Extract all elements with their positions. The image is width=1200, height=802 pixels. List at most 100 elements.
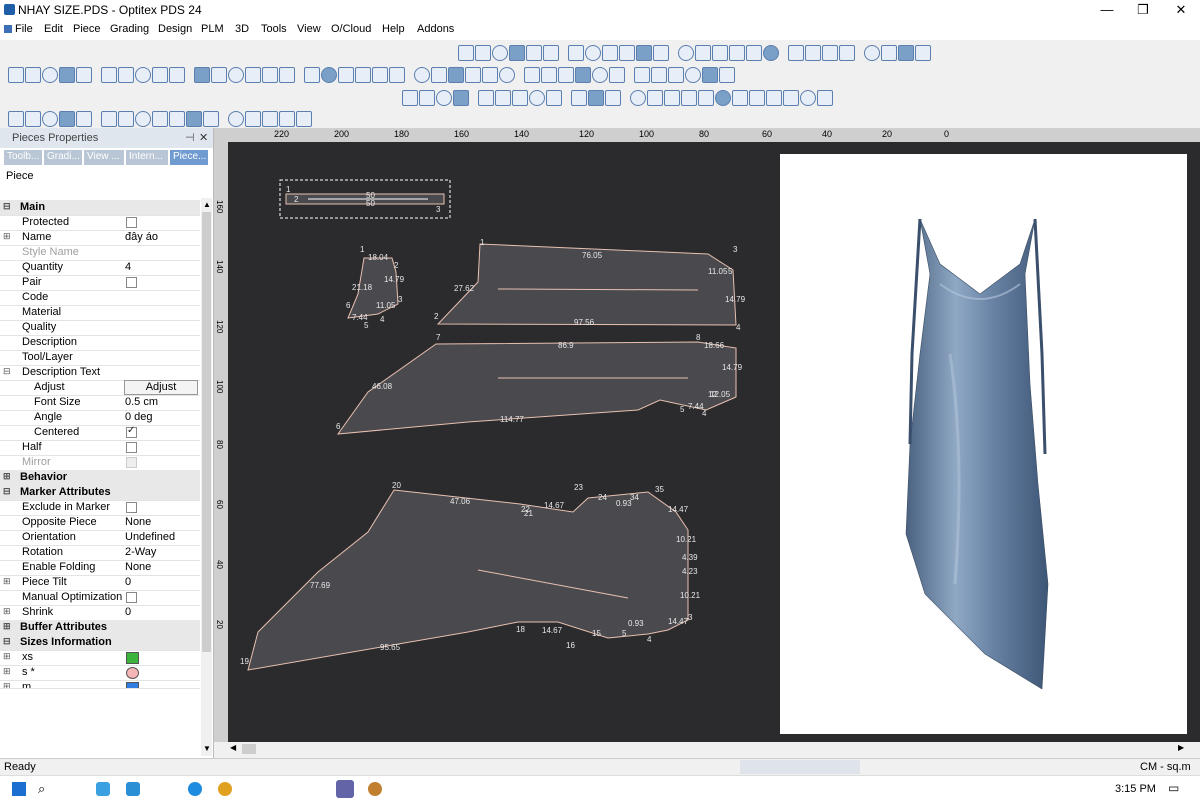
toolbar-tool-icon[interactable] (543, 45, 559, 61)
piece-strap[interactable] (279, 179, 451, 219)
toolbar-tool-icon[interactable] (805, 45, 821, 61)
enable-folding-value[interactable]: None (125, 561, 151, 573)
pin-icon[interactable]: ⊣ (185, 131, 195, 144)
toolbar-tool-icon[interactable] (546, 90, 562, 106)
toolbar-tool-icon[interactable] (402, 90, 418, 106)
toolbar-tool-icon[interactable] (585, 45, 601, 61)
toolbar-tool-icon[interactable] (558, 67, 574, 83)
toolbar-tool-icon[interactable] (262, 67, 278, 83)
toolbar-tool-icon[interactable] (8, 67, 24, 83)
expand-icon[interactable]: ⊞ (3, 606, 11, 617)
toolbar-tool-icon[interactable] (817, 90, 833, 106)
toolbar-tool-icon[interactable] (864, 45, 880, 61)
size-m-color[interactable] (126, 682, 139, 688)
3d-render-view[interactable] (780, 154, 1187, 734)
toolbar-tool-icon[interactable] (749, 90, 765, 106)
toolbar-tool-icon[interactable] (355, 67, 371, 83)
toolbar-tool-icon[interactable] (169, 111, 185, 127)
tab-piece[interactable]: Piece... (170, 150, 208, 165)
toolbar-tool-icon[interactable] (304, 67, 320, 83)
menu-addons[interactable]: Addons (417, 23, 454, 35)
toolbar-tool-icon[interactable] (839, 45, 855, 61)
toolbar-tool-icon[interactable] (685, 67, 701, 83)
toolbar-tool-icon[interactable] (419, 90, 435, 106)
toolbar-tool-icon[interactable] (605, 90, 621, 106)
toolbar-tool-icon[interactable] (602, 45, 618, 61)
start-icon[interactable] (12, 782, 26, 796)
toolbar-tool-icon[interactable] (458, 45, 474, 61)
toolbar-tool-icon[interactable] (698, 90, 714, 106)
notification-icon[interactable]: ▭ (1168, 781, 1179, 795)
toolbar-tool-icon[interactable] (732, 90, 748, 106)
collapse-icon[interactable]: ⊟ (3, 201, 11, 212)
expand-icon[interactable]: ⊞ (3, 651, 11, 662)
clock[interactable]: 3:15 PM (1115, 783, 1156, 795)
expand-icon[interactable]: ⊞ (3, 471, 11, 482)
toolbar-tool-icon[interactable] (492, 45, 508, 61)
piece-tilt-value[interactable]: 0 (125, 576, 131, 588)
menu-file[interactable]: File (15, 23, 33, 35)
toolbar-tool-icon[interactable] (228, 67, 244, 83)
toolbar-tool-icon[interactable] (135, 111, 151, 127)
collapse-icon[interactable]: ⊟ (3, 636, 11, 647)
toolbar-tool-icon[interactable] (414, 67, 430, 83)
menu-ocloud[interactable]: O/Cloud (331, 23, 371, 35)
tab-toolbox[interactable]: Toolb... (4, 150, 42, 165)
expand-icon[interactable]: ⊞ (3, 231, 11, 242)
toolbar-tool-icon[interactable] (245, 111, 261, 127)
toolbar-tool-icon[interactable] (712, 45, 728, 61)
toolbar-tool-icon[interactable] (653, 45, 669, 61)
toolbar-tool-icon[interactable] (203, 111, 219, 127)
toolbar-tool-icon[interactable] (194, 67, 210, 83)
toolbar-tool-icon[interactable] (101, 67, 117, 83)
toolbar-tool-icon[interactable] (118, 111, 134, 127)
toolbar-tool-icon[interactable] (76, 111, 92, 127)
toolbar-tool-icon[interactable] (338, 67, 354, 83)
toolbar-tool-icon[interactable] (664, 90, 680, 106)
manual-optimization-checkbox[interactable] (126, 592, 137, 603)
menu-grading[interactable]: Grading (110, 23, 149, 35)
view-mode-icons[interactable] (740, 760, 860, 774)
tab-view[interactable]: View ... (84, 150, 124, 165)
orientation-value[interactable]: Undefined (125, 531, 175, 543)
toolbar-tool-icon[interactable] (592, 67, 608, 83)
toolbar-tool-icon[interactable] (766, 90, 782, 106)
toolbar-tool-icon[interactable] (465, 67, 481, 83)
rotation-value[interactable]: 2-Way (125, 546, 156, 558)
toolbar-tool-icon[interactable] (59, 111, 75, 127)
scroll-down-icon[interactable]: ▼ (203, 744, 211, 753)
search-icon[interactable]: ⌕ (38, 781, 45, 797)
toolbar-tool-icon[interactable] (800, 90, 816, 106)
size-s-color[interactable] (126, 667, 139, 679)
toolbar-tool-icon[interactable] (25, 67, 41, 83)
toolbar-tool-icon[interactable] (389, 67, 405, 83)
toolbar-tool-icon[interactable] (668, 67, 684, 83)
menu-edit[interactable]: Edit (44, 23, 63, 35)
toolbar-tool-icon[interactable] (372, 67, 388, 83)
toolbar-tool-icon[interactable] (169, 67, 185, 83)
toolbar-tool-icon[interactable] (636, 45, 652, 61)
size-xs-color[interactable] (126, 652, 139, 664)
panel-scrollbar[interactable]: ▲ ▼ (201, 198, 212, 756)
scroll-thumb[interactable] (202, 212, 211, 652)
toolbar-tool-icon[interactable] (588, 90, 604, 106)
toolbar-tool-icon[interactable] (619, 45, 635, 61)
toolbar-tool-icon[interactable] (152, 67, 168, 83)
scroll-up-icon[interactable]: ▲ (203, 200, 211, 209)
toolbar-tool-icon[interactable] (482, 67, 498, 83)
piece-skirt[interactable] (247, 489, 689, 671)
toolbar-tool-icon[interactable] (211, 67, 227, 83)
canvas-horizontal-scrollbar[interactable]: ◀ ▶ (228, 742, 1188, 756)
optitex-icon[interactable] (368, 782, 382, 796)
toolbar-tool-icon[interactable] (135, 67, 151, 83)
toolbar-tool-icon[interactable] (524, 67, 540, 83)
angle-value[interactable]: 0 deg (125, 411, 153, 423)
pair-checkbox[interactable] (126, 277, 137, 288)
toolbar-tool-icon[interactable] (228, 111, 244, 127)
tab-internal[interactable]: Intern... (126, 150, 168, 165)
opposite-piece-value[interactable]: None (125, 516, 151, 528)
toolbar-tool-icon[interactable] (296, 111, 312, 127)
toolbar-tool-icon[interactable] (898, 45, 914, 61)
toolbar-tool-icon[interactable] (634, 67, 650, 83)
teams-icon[interactable] (336, 780, 354, 798)
